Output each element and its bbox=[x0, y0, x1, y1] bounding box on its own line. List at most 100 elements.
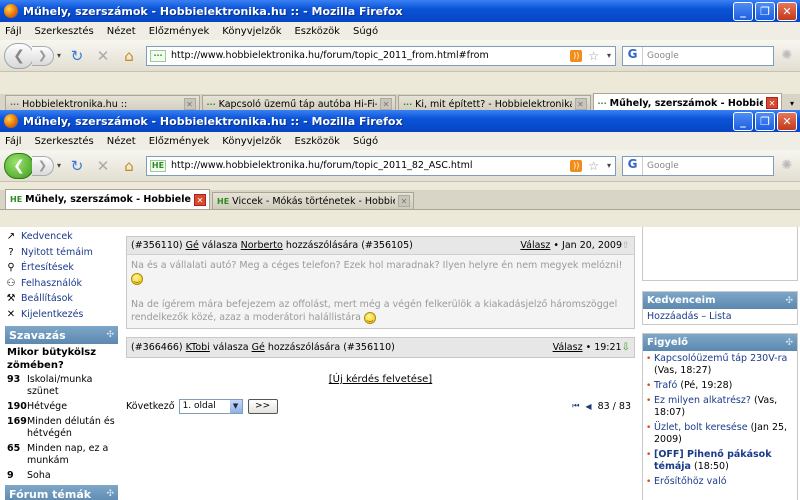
tab-close-icon[interactable]: ✕ bbox=[194, 193, 206, 206]
tab-muhely-active[interactable]: HE Műhely, szerszámok - Hobbielekt... ✕ bbox=[5, 189, 210, 209]
menu-history[interactable]: Előzmények bbox=[149, 26, 210, 37]
close-window-button[interactable]: ✕ bbox=[777, 1, 797, 21]
home-icon[interactable]: ⌂ bbox=[118, 155, 140, 177]
search-box[interactable]: G Google bbox=[622, 45, 774, 66]
address-bar[interactable]: HE http://www.hobbielektronika.hu/forum/… bbox=[146, 155, 616, 176]
close-window-button[interactable]: ✕ bbox=[777, 111, 797, 131]
bookmark-star-icon[interactable]: ☆ bbox=[588, 159, 599, 173]
page-select[interactable]: 1. oldal ▼ bbox=[178, 398, 243, 414]
poll-option[interactable]: 9 Soha bbox=[5, 470, 118, 482]
poll-label: Minden nap, ez a munkám bbox=[27, 443, 109, 466]
poll-option[interactable]: 93 Iskolai/munka szünet bbox=[5, 374, 118, 398]
poll-option[interactable]: 169 Minden délután és hétvégén bbox=[5, 416, 118, 440]
menu-item-nyitott-temaim[interactable]: ? Nyitott témáim bbox=[5, 245, 118, 261]
tab-close-icon[interactable]: ✕ bbox=[766, 97, 779, 109]
maximize-button[interactable]: ❐ bbox=[755, 111, 775, 131]
collapse-icon[interactable]: ✣ bbox=[106, 489, 114, 499]
collapse-icon[interactable]: ✣ bbox=[785, 338, 793, 348]
history-dropdown-icon[interactable]: ▾ bbox=[54, 161, 64, 170]
magnifier-icon: ⚲ bbox=[7, 262, 15, 274]
tab-close-icon[interactable]: ✕ bbox=[398, 195, 410, 207]
menu-item-kijelentkezes[interactable]: ✕ Kijelentkezés bbox=[5, 307, 118, 323]
reload-icon[interactable]: ↻ bbox=[66, 45, 88, 67]
watch-link[interactable]: Trafó bbox=[654, 380, 677, 391]
jump-down-icon[interactable]: ⇩ bbox=[622, 342, 630, 353]
minimize-button[interactable]: _ bbox=[733, 1, 753, 21]
tab-close-icon[interactable]: ✕ bbox=[380, 98, 392, 110]
history-dropdown-icon[interactable]: ▾ bbox=[54, 51, 64, 60]
poll-option[interactable]: 65 Minden nap, ez a munkám bbox=[5, 443, 118, 467]
menu-history[interactable]: Előzmények bbox=[149, 136, 210, 147]
forward-button[interactable]: ❯ bbox=[32, 155, 54, 176]
jump-up-icon[interactable]: ⇧ bbox=[622, 241, 630, 251]
menu-tools[interactable]: Eszközök bbox=[294, 136, 340, 147]
watch-link[interactable]: Kapcsolóüzemű táp 230V-ra bbox=[654, 353, 787, 364]
post-author-link[interactable]: KTobi bbox=[186, 342, 210, 353]
menu-view[interactable]: Nézet bbox=[107, 26, 136, 37]
menu-view[interactable]: Nézet bbox=[107, 136, 136, 147]
minimize-button[interactable]: _ bbox=[733, 111, 753, 131]
watch-link[interactable]: Üzlet, bolt keresése bbox=[654, 422, 748, 433]
forward-button[interactable]: ❯ bbox=[32, 45, 54, 66]
go-button[interactable]: >> bbox=[247, 398, 278, 414]
menu-item-kedvencek[interactable]: ↗ Kedvencek bbox=[5, 229, 118, 245]
bookmarks-toolbar bbox=[0, 72, 800, 94]
menu-help[interactable]: Súgó bbox=[353, 26, 378, 37]
bookmark-star-icon[interactable]: ☆ bbox=[588, 49, 599, 63]
tab-list-icon[interactable]: ▾ bbox=[784, 99, 800, 108]
maximize-button[interactable]: ❐ bbox=[755, 1, 775, 21]
tab-viccek[interactable]: HE Viccek - Mókás történetek - Hobbielek… bbox=[212, 192, 414, 209]
new-question-link[interactable]: [Új kérdés felvetése] bbox=[122, 374, 639, 385]
address-bar[interactable]: ··· http://www.hobbielektronika.hu/forum… bbox=[146, 45, 616, 66]
favorites-links[interactable]: Hozzáadás – Lista bbox=[643, 309, 797, 324]
first-page-icon[interactable]: ⏮ bbox=[572, 401, 579, 411]
reply-to-user-link[interactable]: Norberto bbox=[241, 240, 283, 251]
menu-help[interactable]: Súgó bbox=[353, 136, 378, 147]
menu-edit[interactable]: Szerkesztés bbox=[35, 136, 94, 147]
watch-item[interactable]: • [OFF] Pihenő pákások témája (18:50) bbox=[646, 449, 794, 473]
google-icon[interactable]: G bbox=[623, 46, 643, 65]
stop-icon[interactable]: ✕ bbox=[92, 45, 114, 67]
watch-item[interactable]: • Trafó (Pé, 19:28) bbox=[646, 380, 794, 392]
watch-link[interactable]: Ez milyen alkatrész? bbox=[654, 395, 751, 406]
tab-close-icon[interactable]: ✕ bbox=[574, 98, 587, 110]
google-icon[interactable]: G bbox=[623, 156, 643, 175]
url-dropdown-icon[interactable]: ▾ bbox=[607, 51, 611, 60]
menu-edit[interactable]: Szerkesztés bbox=[35, 26, 94, 37]
reload-icon[interactable]: ↻ bbox=[66, 155, 88, 177]
reply-link[interactable]: Válasz bbox=[553, 342, 583, 353]
reply-to-user-link[interactable]: Gé bbox=[252, 342, 265, 353]
menu-file[interactable]: Fájl bbox=[5, 26, 22, 37]
tab-close-icon[interactable]: ✕ bbox=[183, 98, 196, 110]
back-button[interactable]: ❮ bbox=[4, 42, 34, 69]
prev-page-icon[interactable]: ◀ bbox=[585, 402, 591, 411]
url-text: http://www.hobbielektronika.hu/forum/top… bbox=[171, 50, 489, 61]
collapse-icon[interactable]: ✣ bbox=[106, 330, 114, 340]
search-box[interactable]: G Google bbox=[622, 155, 774, 176]
collapse-icon[interactable]: ✣ bbox=[785, 296, 793, 306]
menu-tools[interactable]: Eszközök bbox=[294, 26, 340, 37]
menu-item-ertesitesek[interactable]: ⚲ Értesítések bbox=[5, 260, 118, 276]
menu-bookmarks[interactable]: Könyvjelzők bbox=[222, 136, 281, 147]
post-ref[interactable]: (#356105) bbox=[361, 240, 413, 251]
menu-item-beallitasok[interactable]: ⚒ Beállítások bbox=[5, 291, 118, 307]
menu-item-felhasznalok[interactable]: ⚇ Felhasználók bbox=[5, 276, 118, 292]
reply-link[interactable]: Válasz bbox=[520, 240, 550, 251]
watch-link[interactable]: Erősítőhöz való bbox=[654, 476, 727, 487]
menu-bookmarks[interactable]: Könyvjelzők bbox=[222, 26, 281, 37]
back-button[interactable]: ❮ bbox=[4, 152, 34, 179]
menu-file[interactable]: Fájl bbox=[5, 136, 22, 147]
post-author-link[interactable]: Gé bbox=[186, 240, 199, 251]
poll-question: Mikor bütykölsz zömében? bbox=[7, 347, 97, 371]
watch-item[interactable]: • Üzlet, bolt keresése (Jan 25, 2009) bbox=[646, 422, 794, 446]
home-icon[interactable]: ⌂ bbox=[118, 45, 140, 67]
stop-icon[interactable]: ✕ bbox=[92, 155, 114, 177]
post-ref[interactable]: (#356110) bbox=[343, 342, 395, 353]
rss-icon[interactable]: )) bbox=[570, 159, 583, 172]
poll-option[interactable]: 190 Hétvége bbox=[5, 401, 118, 413]
watch-item[interactable]: • Erősítőhöz való bbox=[646, 476, 794, 488]
watch-item[interactable]: • Kapcsolóüzemű táp 230V-ra (Vas, 18:27) bbox=[646, 353, 794, 377]
watch-item[interactable]: • Ez milyen alkatrész? (Vas, 18:07) bbox=[646, 395, 794, 419]
url-dropdown-icon[interactable]: ▾ bbox=[607, 161, 611, 170]
rss-icon[interactable]: )) bbox=[570, 49, 583, 62]
